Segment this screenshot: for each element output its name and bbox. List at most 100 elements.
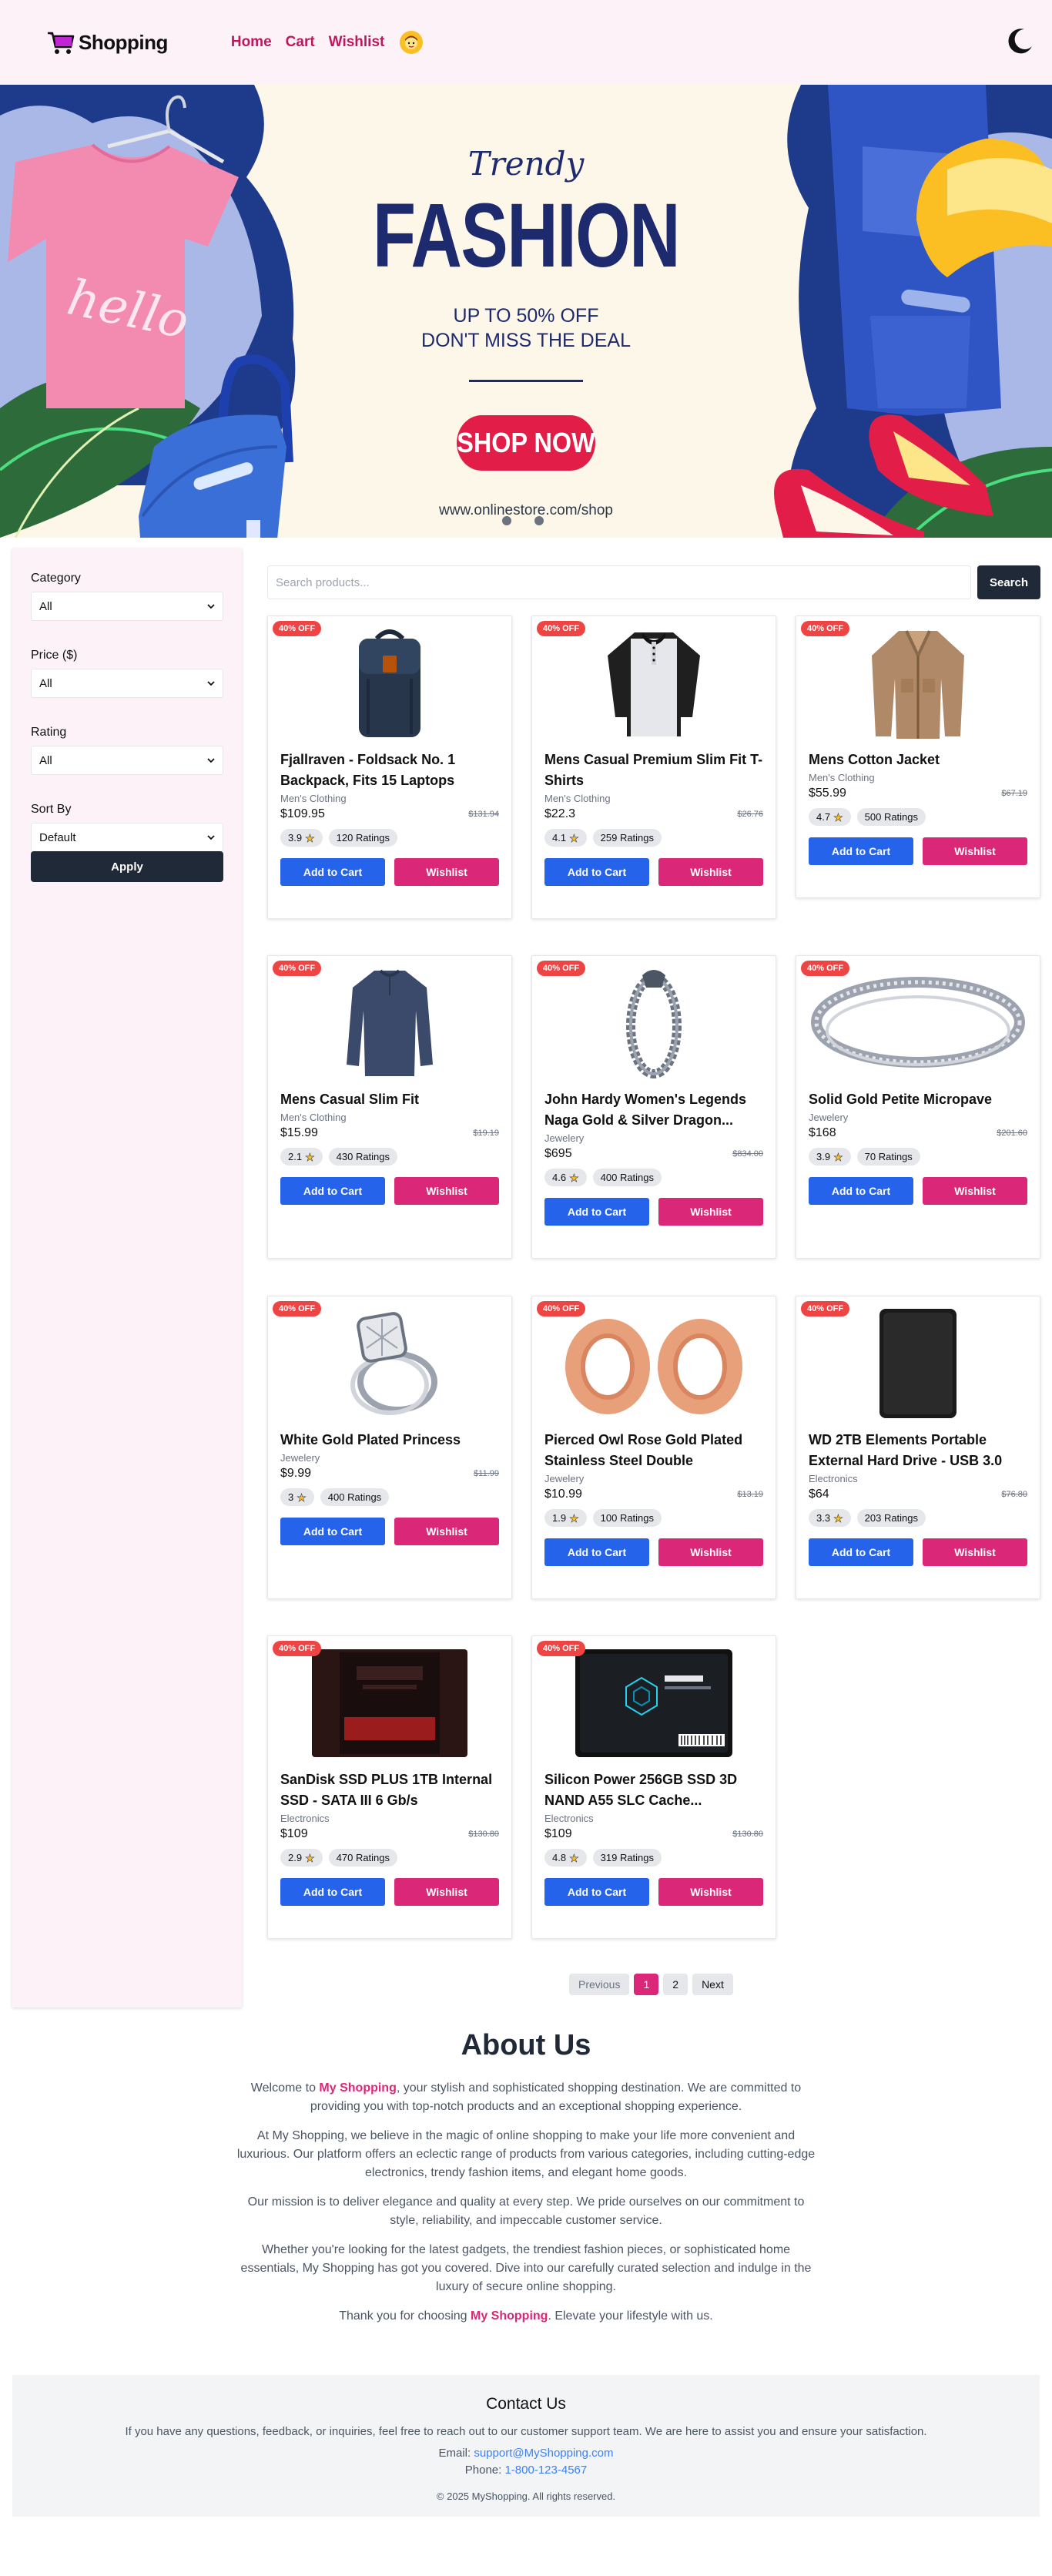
page-2-button[interactable]: 2 bbox=[663, 1974, 688, 1995]
product-card[interactable]: 40% OFF Silicon Power 256GB SSD 3D NAND … bbox=[531, 1635, 776, 1939]
add-to-cart-button[interactable]: Add to Cart bbox=[280, 1177, 385, 1205]
search-input[interactable] bbox=[267, 565, 971, 599]
hero-banner[interactable]: hello Trendy FASHION UP TO 50% OFF DON'T… bbox=[0, 85, 1052, 538]
next-page-button[interactable]: Next bbox=[692, 1974, 733, 1995]
discount-badge: 40% OFF bbox=[273, 1641, 322, 1656]
wishlist-button[interactable]: Wishlist bbox=[658, 1538, 763, 1566]
discount-badge: 40% OFF bbox=[801, 621, 850, 636]
rating-value: 4.1 bbox=[552, 832, 567, 844]
wishlist-button[interactable]: Wishlist bbox=[923, 1177, 1027, 1205]
product-price: $168 bbox=[809, 1126, 836, 1139]
ring-band-image bbox=[811, 976, 1025, 1068]
logo[interactable]: Shopping bbox=[46, 29, 168, 56]
nav-cart[interactable]: Cart bbox=[286, 34, 315, 51]
add-to-cart-button[interactable]: Add to Cart bbox=[544, 858, 649, 886]
product-title[interactable]: WD 2TB Elements Portable External Hard D… bbox=[809, 1430, 1027, 1471]
carousel-dot-1[interactable] bbox=[502, 516, 511, 525]
rating-pill: 3.9 ★ bbox=[280, 829, 323, 847]
rating-value: 2.9 bbox=[288, 1852, 303, 1863]
original-price: $19.19 bbox=[473, 1129, 499, 1138]
wishlist-button[interactable]: Wishlist bbox=[658, 858, 763, 886]
rating-value: 3 bbox=[288, 1491, 294, 1503]
sandisk-ssd-image bbox=[312, 1649, 467, 1757]
wishlist-button[interactable]: Wishlist bbox=[394, 1518, 499, 1545]
wishlist-button[interactable]: Wishlist bbox=[658, 1198, 763, 1226]
product-title[interactable]: SanDisk SSD PLUS 1TB Internal SSD - SATA… bbox=[280, 1769, 499, 1811]
ratings-count: 259 Ratings bbox=[592, 829, 662, 847]
product-category: Electronics bbox=[280, 1813, 330, 1824]
product-title[interactable]: John Hardy Women's Legends Naga Gold & S… bbox=[544, 1089, 763, 1131]
site-header: Shopping Home Cart Wishlist bbox=[0, 0, 1052, 85]
rating-value: 4.6 bbox=[552, 1172, 567, 1183]
product-card[interactable]: 40% OFF Pierced Owl Rose Gold Plated Sta… bbox=[531, 1296, 776, 1599]
product-category: Jewelery bbox=[544, 1132, 585, 1144]
diamond-ring-image bbox=[350, 1311, 437, 1415]
star-icon: ★ bbox=[305, 831, 315, 844]
add-to-cart-button[interactable]: Add to Cart bbox=[809, 1177, 913, 1205]
wishlist-button[interactable]: Wishlist bbox=[394, 858, 499, 886]
previous-page-button[interactable]: Previous bbox=[569, 1974, 630, 1995]
wishlist-button[interactable]: Wishlist bbox=[658, 1878, 763, 1906]
add-to-cart-button[interactable]: Add to Cart bbox=[280, 1518, 385, 1545]
discount-badge: 40% OFF bbox=[273, 961, 322, 976]
page-1-button[interactable]: 1 bbox=[634, 1974, 659, 1995]
rating-value: 3.9 bbox=[816, 1151, 831, 1162]
nav-wishlist[interactable]: Wishlist bbox=[329, 34, 385, 51]
ratings-count: 120 Ratings bbox=[328, 829, 398, 847]
email-link[interactable]: support@MyShopping.com bbox=[474, 2447, 613, 2460]
product-card[interactable]: 40% OFF Mens Casual Premium Slim Fit T-S… bbox=[531, 615, 776, 919]
rating-pill: 4.8 ★ bbox=[544, 1849, 587, 1867]
product-title[interactable]: White Gold Plated Princess bbox=[280, 1430, 499, 1451]
moon-icon bbox=[1008, 29, 1032, 54]
wishlist-button[interactable]: Wishlist bbox=[923, 837, 1027, 865]
product-title[interactable]: Fjallraven - Foldsack No. 1 Backpack, Fi… bbox=[280, 750, 499, 791]
product-title[interactable]: Mens Cotton Jacket bbox=[809, 750, 1027, 770]
product-card[interactable]: 40% OFF WD 2TB Elements Portable Externa… bbox=[796, 1296, 1040, 1599]
product-card[interactable]: 40% OFF SanDisk SSD PLUS 1TB Internal SS… bbox=[267, 1635, 512, 1939]
carousel-dot-2[interactable] bbox=[534, 516, 544, 525]
nav-home[interactable]: Home bbox=[231, 34, 272, 51]
rating-value: 2.1 bbox=[288, 1151, 303, 1162]
add-to-cart-button[interactable]: Add to Cart bbox=[544, 1198, 649, 1226]
dark-mode-toggle[interactable] bbox=[1004, 26, 1035, 57]
phone-link[interactable]: 1-800-123-4567 bbox=[504, 2464, 587, 2477]
add-to-cart-button[interactable]: Add to Cart bbox=[809, 837, 913, 865]
category-select[interactable]: All bbox=[31, 592, 223, 621]
original-price: $13.19 bbox=[737, 1490, 763, 1499]
ratings-count: 100 Ratings bbox=[592, 1509, 662, 1527]
product-price: $15.99 bbox=[280, 1126, 318, 1139]
add-to-cart-button[interactable]: Add to Cart bbox=[280, 858, 385, 886]
product-title[interactable]: Silicon Power 256GB SSD 3D NAND A55 SLC … bbox=[544, 1769, 763, 1811]
product-card[interactable]: 40% OFF Fjallraven - Foldsack No. 1 Back… bbox=[267, 615, 512, 919]
product-title[interactable]: Mens Casual Slim Fit bbox=[280, 1089, 499, 1110]
rating-select-value: All bbox=[39, 753, 52, 767]
discount-badge: 40% OFF bbox=[537, 1301, 586, 1317]
rating-select[interactable]: All bbox=[31, 746, 223, 775]
product-card[interactable]: 40% OFF Solid Gold Petite Micropave Jewe… bbox=[796, 955, 1040, 1259]
product-card[interactable]: 40% OFF White Gold Plated Princess Jewel… bbox=[267, 1296, 512, 1599]
product-card[interactable]: 40% OFF Mens Casual Slim Fit Men's Cloth… bbox=[267, 955, 512, 1259]
longsleeve-image bbox=[347, 969, 433, 1076]
wishlist-button[interactable]: Wishlist bbox=[923, 1538, 1027, 1566]
add-to-cart-button[interactable]: Add to Cart bbox=[544, 1878, 649, 1906]
search-button[interactable]: Search bbox=[977, 565, 1040, 599]
apply-filters-button[interactable]: Apply bbox=[31, 851, 223, 882]
add-to-cart-button[interactable]: Add to Cart bbox=[544, 1538, 649, 1566]
wishlist-button[interactable]: Wishlist bbox=[394, 1878, 499, 1906]
product-category: Electronics bbox=[544, 1813, 594, 1824]
add-to-cart-button[interactable]: Add to Cart bbox=[280, 1878, 385, 1906]
sort-select[interactable]: Default bbox=[31, 823, 223, 852]
price-select[interactable]: All bbox=[31, 669, 223, 698]
add-to-cart-button[interactable]: Add to Cart bbox=[809, 1538, 913, 1566]
ratings-count: 500 Ratings bbox=[856, 808, 926, 826]
product-card[interactable]: 40% OFF John Hardy Women's Legends Naga … bbox=[531, 955, 776, 1259]
product-title[interactable]: Pierced Owl Rose Gold Plated Stainless S… bbox=[544, 1430, 763, 1471]
product-category: Men's Clothing bbox=[280, 1112, 347, 1123]
product-title[interactable]: Solid Gold Petite Micropave bbox=[809, 1089, 1027, 1110]
rating-pill: 1.9 ★ bbox=[544, 1509, 587, 1527]
product-card[interactable]: 40% OFF Mens Cotton Jacket Men's Clothin… bbox=[796, 615, 1040, 898]
avatar[interactable] bbox=[400, 31, 424, 54]
wishlist-button[interactable]: Wishlist bbox=[394, 1177, 499, 1205]
product-title[interactable]: Mens Casual Premium Slim Fit T-Shirts bbox=[544, 750, 763, 791]
shop-now-button[interactable]: SHOP NOW bbox=[457, 415, 595, 471]
